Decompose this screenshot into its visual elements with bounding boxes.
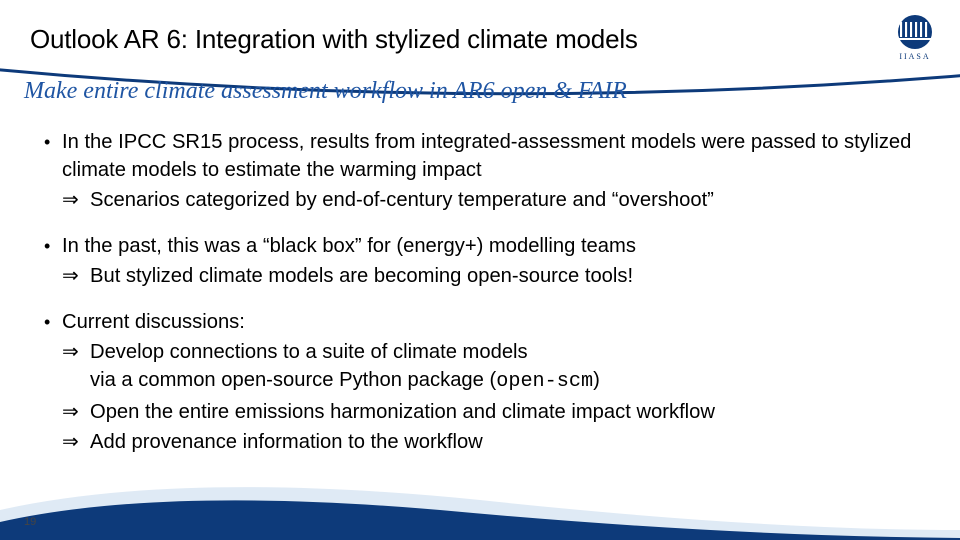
- code-token: open-scm: [496, 370, 593, 393]
- slide: IIASA Outlook AR 6: Integration with sty…: [0, 0, 960, 540]
- arrow-icon: ⇒: [62, 262, 90, 290]
- iiasa-logo: IIASA: [888, 12, 942, 66]
- bullet-dot-icon: •: [44, 232, 62, 290]
- bullet-sub: But stylized climate models are becoming…: [90, 262, 930, 290]
- bullet-lead: In the IPCC SR15 process, results from i…: [62, 131, 911, 181]
- slide-subtitle: Make entire climate assessment workflow …: [24, 78, 627, 105]
- bullet-lead: Current discussions:: [62, 311, 245, 333]
- bullet-item: • In the IPCC SR15 process, results from…: [44, 128, 930, 214]
- bullet-sub-text: Develop connections to a suite of climat…: [90, 341, 600, 391]
- bullet-dot-icon: •: [44, 308, 62, 456]
- logo-text: IIASA: [899, 52, 930, 61]
- bullet-item: • In the past, this was a “black box” fo…: [44, 232, 930, 290]
- arrow-icon: ⇒: [62, 428, 90, 456]
- arrow-icon: ⇒: [62, 186, 90, 214]
- bullet-sub: Open the entire emissions harmonization …: [90, 398, 930, 426]
- bullet-sub: Scenarios categorized by end-of-century …: [90, 186, 930, 214]
- slide-title: Outlook AR 6: Integration with stylized …: [30, 24, 638, 55]
- bullet-lead: In the past, this was a “black box” for …: [62, 235, 636, 257]
- bullet-item: • Current discussions: ⇒ Develop connect…: [44, 308, 930, 456]
- arrow-icon: ⇒: [62, 398, 90, 426]
- bullet-dot-icon: •: [44, 128, 62, 214]
- bullet-sub: Develop connections to a suite of climat…: [90, 338, 930, 396]
- content-area: • In the IPCC SR15 process, results from…: [44, 128, 930, 474]
- page-number: 19: [24, 516, 36, 528]
- arrow-icon: ⇒: [62, 338, 90, 396]
- bullet-sub: Add provenance information to the workfl…: [90, 428, 930, 456]
